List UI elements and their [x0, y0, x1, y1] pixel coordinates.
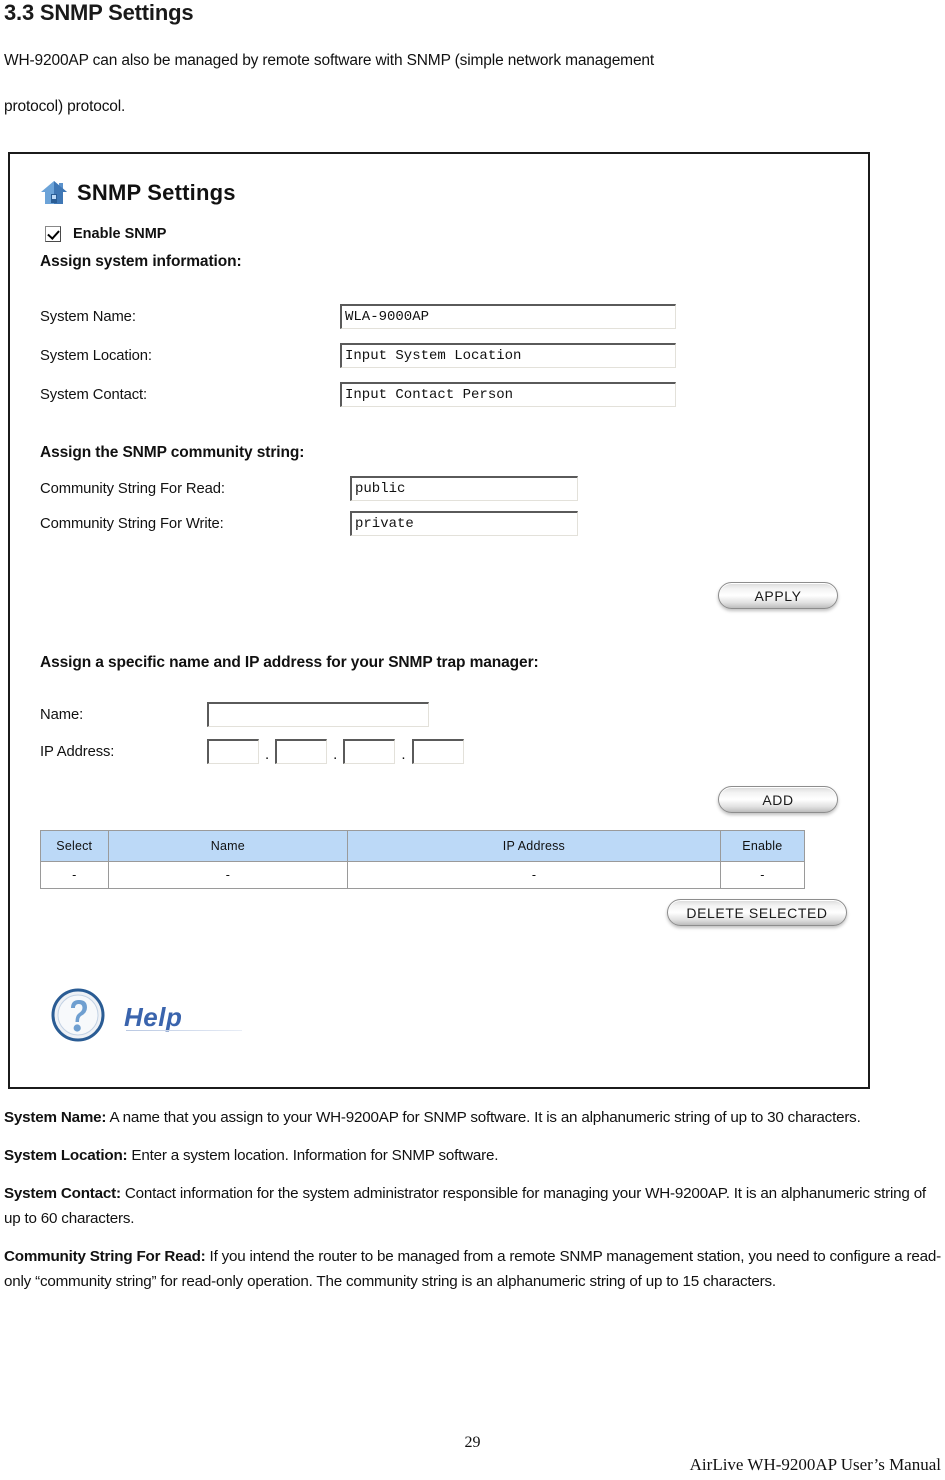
definition-term-system-contact: System Contact:	[4, 1185, 121, 1202]
delete-selected-button[interactable]: DELETE SELECTED	[667, 899, 847, 926]
definition-system-contact: System Contact: Contact information for …	[4, 1181, 944, 1231]
home-icon	[40, 180, 68, 206]
community-write-input[interactable]	[350, 511, 578, 536]
ip-separator-1: .	[265, 746, 270, 763]
field-row-system-contact: System Contact:	[40, 382, 676, 407]
column-header-ip-address: IP Address	[347, 830, 721, 862]
column-header-select: Select	[40, 830, 109, 862]
add-button[interactable]: ADD	[718, 786, 838, 813]
enable-snmp-checkbox[interactable]	[45, 226, 61, 242]
field-row-system-location: System Location:	[40, 343, 676, 368]
help-link[interactable]: Help	[50, 987, 243, 1045]
community-read-input[interactable]	[350, 476, 578, 501]
definition-system-name: System Name: A name that you assign to y…	[4, 1105, 944, 1130]
help-underline	[126, 1029, 243, 1031]
definition-community-read: Community String For Read: If you intend…	[4, 1244, 944, 1294]
trap-ip-octet-3[interactable]	[343, 739, 396, 764]
trap-ip-octet-4[interactable]	[411, 739, 464, 764]
page-number: 29	[464, 1434, 481, 1451]
table-header-row: Select Name IP Address Enable	[40, 830, 806, 862]
system-location-label: System Location:	[40, 347, 152, 364]
column-header-name: Name	[107, 830, 349, 862]
ip-separator-2: .	[333, 746, 338, 763]
trap-manager-table: Select Name IP Address Enable - - - -	[40, 830, 806, 889]
field-row-trap-ip: IP Address: . . .	[40, 739, 464, 764]
snmp-settings-screenshot: SNMP Settings Enable SNMP Assign system …	[8, 152, 870, 1089]
system-location-input[interactable]	[340, 343, 676, 368]
enable-snmp-row[interactable]: Enable SNMP	[45, 226, 166, 242]
footer-note: AirLive WH-9200AP User’s Manual	[689, 1455, 941, 1474]
apply-button[interactable]: APPLY	[718, 582, 838, 609]
section-heading-trap-manager: Assign a specific name and IP address fo…	[40, 654, 539, 671]
ui-header: SNMP Settings	[40, 180, 236, 206]
system-name-input[interactable]	[340, 304, 676, 329]
definition-term-system-name: System Name:	[4, 1109, 107, 1126]
trap-name-label: Name:	[40, 706, 84, 723]
page-title: 3.3 SNMP Settings	[4, 0, 194, 25]
definition-text-system-contact: Contact information for the system admin…	[4, 1185, 926, 1227]
definition-system-location: System Location: Enter a system location…	[4, 1143, 944, 1168]
field-row-community-read: Community String For Read:	[40, 476, 578, 501]
cell-select: -	[40, 861, 109, 889]
field-row-trap-name: Name:	[40, 702, 429, 727]
field-row-community-write: Community String For Write:	[40, 511, 578, 536]
definition-term-community-read: Community String For Read:	[4, 1248, 206, 1265]
cell-enable: -	[719, 861, 806, 889]
system-contact-label: System Contact:	[40, 386, 148, 403]
question-mark-icon[interactable]	[50, 987, 108, 1045]
section-heading-community: Assign the SNMP community string:	[40, 444, 305, 461]
definition-term-system-location: System Location:	[4, 1147, 128, 1164]
ip-separator-3: .	[401, 746, 406, 763]
ui-title: SNMP Settings	[77, 180, 236, 205]
system-contact-input[interactable]	[340, 382, 676, 407]
trap-name-input[interactable]	[207, 702, 429, 727]
trap-ip-label: IP Address:	[40, 743, 115, 760]
enable-snmp-label: Enable SNMP	[73, 226, 167, 242]
cell-ip-address: -	[347, 861, 721, 889]
trap-ip-octet-group: . . .	[207, 739, 464, 764]
field-row-system-name: System Name:	[40, 304, 676, 329]
trap-ip-octet-1[interactable]	[207, 739, 259, 764]
definitions-list: System Name: A name that you assign to y…	[4, 1105, 944, 1307]
community-read-label: Community String For Read:	[40, 480, 225, 497]
cell-name: -	[107, 861, 349, 889]
trap-ip-octet-2[interactable]	[275, 739, 328, 764]
intro-paragraph-line2: protocol) protocol.	[4, 98, 126, 115]
table-row[interactable]: - - - -	[40, 861, 806, 889]
community-write-label: Community String For Write:	[40, 515, 224, 532]
help-label-wrap: Help	[124, 1000, 243, 1033]
help-label: Help	[124, 1001, 183, 1032]
system-name-label: System Name:	[40, 308, 136, 325]
column-header-enable: Enable	[719, 830, 806, 862]
definition-text-system-name: A name that you assign to your WH-9200AP…	[106, 1109, 861, 1126]
definition-text-system-location: Enter a system location. Information for…	[127, 1147, 499, 1164]
intro-paragraph-line1: WH-9200AP can also be managed by remote …	[4, 52, 655, 69]
section-heading-system-info: Assign system information:	[40, 253, 242, 270]
